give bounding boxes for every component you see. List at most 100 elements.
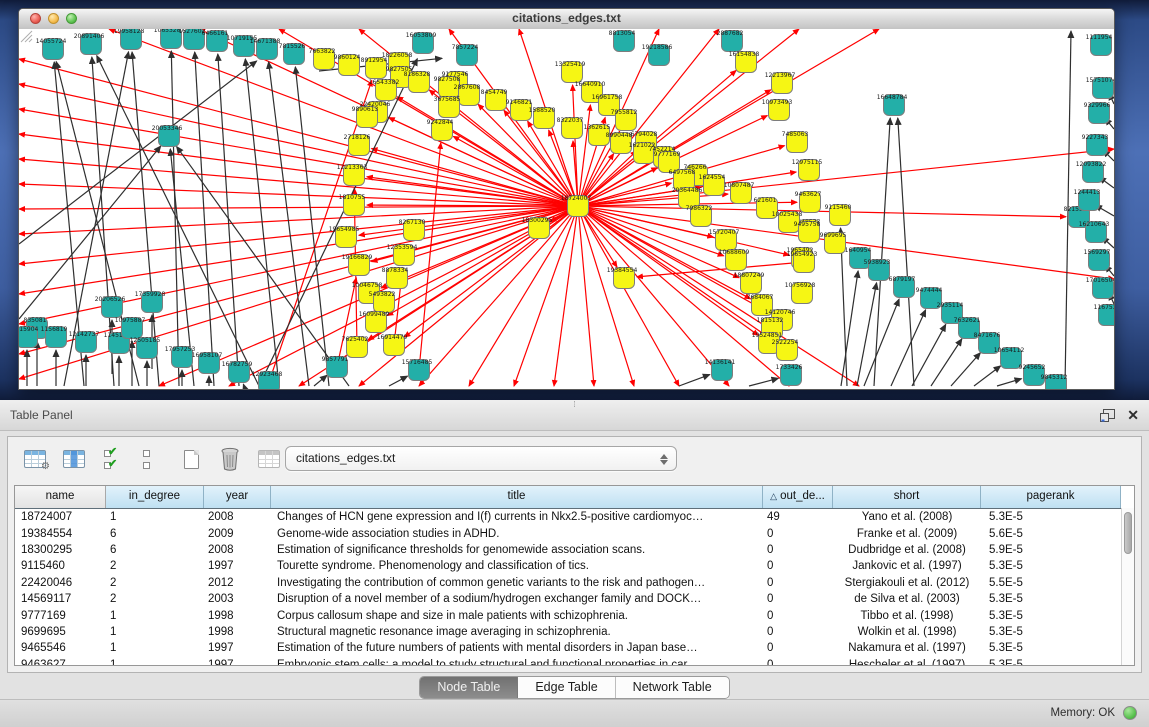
- network-node[interactable]: 9463627: [795, 191, 822, 213]
- select-all-icon[interactable]: ✔ ✔: [100, 445, 126, 473]
- network-node[interactable]: 12975115: [792, 159, 823, 181]
- minimize-window-button[interactable]: [48, 13, 59, 24]
- table-row[interactable]: 1872400712008Changes of HCN gene express…: [15, 509, 1121, 525]
- network-node[interactable]: 15751074: [1086, 77, 1114, 99]
- citation-edge[interactable]: [951, 353, 980, 386]
- table-row[interactable]: 969969511998Structural magnetic resonanc…: [15, 624, 1121, 640]
- network-node[interactable]: 7663822: [309, 48, 336, 70]
- citation-edge[interactable]: [419, 143, 441, 370]
- network-node[interactable]: 20891406: [74, 33, 105, 55]
- citation-edge[interactable]: [243, 384, 244, 386]
- network-node[interactable]: 1733426: [776, 364, 803, 386]
- network-node[interactable]: 9890613: [352, 106, 379, 128]
- citation-edge[interactable]: [19, 61, 257, 244]
- column-header-title[interactable]: title: [271, 486, 763, 508]
- citation-edge[interactable]: [19, 109, 578, 206]
- network-node[interactable]: 13325419: [555, 61, 586, 83]
- network-node[interactable]: 19166829: [342, 254, 373, 276]
- citation-network-graph[interactable]: 1405572420891406199581281065328715276026…: [19, 29, 1114, 389]
- network-node[interactable]: 7625402: [342, 336, 369, 358]
- citation-edge[interactable]: [554, 206, 578, 386]
- delete-icon[interactable]: [217, 445, 243, 473]
- network-node[interactable]: 12353594: [387, 244, 418, 266]
- column-header-name[interactable]: name: [15, 486, 106, 508]
- close-panel-icon[interactable]: ✕: [1127, 400, 1139, 430]
- network-node[interactable]: 14055724: [36, 38, 67, 60]
- network-node[interactable]: 9329966: [1084, 102, 1111, 124]
- network-node[interactable]: 10807487: [724, 182, 755, 204]
- network-node[interactable]: 16914479: [377, 334, 408, 356]
- close-window-button[interactable]: [30, 13, 41, 24]
- table-row[interactable]: 1456911722003Disruption of a novel membe…: [15, 591, 1121, 607]
- network-node[interactable]: 6466161: [202, 30, 229, 52]
- column-header-in_degree[interactable]: in_degree: [106, 486, 204, 508]
- network-node[interactable]: 16099489: [359, 311, 390, 333]
- network-node[interactable]: 1569297: [1084, 249, 1111, 271]
- citation-edge[interactable]: [997, 379, 1022, 386]
- table-settings-icon[interactable]: ⚙: [22, 445, 48, 473]
- network-node[interactable]: 16782759: [222, 361, 253, 383]
- network-node[interactable]: 7857224: [452, 44, 479, 66]
- citation-edge[interactable]: [912, 324, 946, 386]
- network-node[interactable]: 7986322: [686, 205, 713, 227]
- network-node[interactable]: 12213363: [337, 164, 368, 186]
- citation-edge[interactable]: [974, 366, 1001, 386]
- network-node[interactable]: 9115460: [825, 204, 852, 226]
- network-canvas[interactable]: 1405572420891406199581281065328715276026…: [19, 29, 1114, 389]
- network-node[interactable]: 9699695: [820, 232, 847, 254]
- table-row[interactable]: 946362711997Embryonic stem cells: a mode…: [15, 657, 1121, 665]
- unselect-all-icon[interactable]: [139, 445, 165, 473]
- network-node[interactable]: 12093822: [1076, 161, 1107, 183]
- network-node[interactable]: 6879197: [889, 276, 916, 298]
- network-node[interactable]: 7815526: [279, 43, 306, 65]
- show-columns-icon[interactable]: [61, 445, 87, 473]
- tab-node-table[interactable]: Node Table: [420, 677, 518, 698]
- network-node[interactable]: 1167534: [1094, 304, 1114, 326]
- network-node[interactable]: 1111954: [1086, 34, 1113, 56]
- network-node[interactable]: 12142737: [69, 331, 100, 353]
- network-node[interactable]: 8878334: [382, 267, 409, 289]
- table-row[interactable]: 1938455462009Genome-wide association stu…: [15, 525, 1121, 541]
- table-row[interactable]: 1830029562008Estimation of significance …: [15, 542, 1121, 558]
- network-node[interactable]: 8322037: [557, 117, 584, 139]
- table-row[interactable]: 946554611997Estimation of the future num…: [15, 640, 1121, 656]
- citation-edge[interactable]: [679, 375, 710, 386]
- citation-edge[interactable]: [195, 52, 214, 386]
- resize-grip-icon[interactable]: [19, 29, 33, 43]
- citation-edge[interactable]: [295, 67, 329, 386]
- network-node[interactable]: 16053809: [406, 32, 437, 54]
- network-node[interactable]: 1588520: [529, 107, 556, 129]
- citation-edge[interactable]: [314, 375, 327, 386]
- citation-edge[interactable]: [19, 206, 578, 209]
- network-node[interactable]: 18807249: [734, 272, 765, 294]
- table-row[interactable]: 977716911998Corpus callosum shape and si…: [15, 607, 1121, 623]
- network-node[interactable]: 5938923: [864, 259, 891, 281]
- scrollbar-thumb[interactable]: [1124, 512, 1132, 554]
- citation-edge[interactable]: [177, 147, 349, 386]
- network-node[interactable]: 10688609: [719, 249, 750, 271]
- citation-edge[interactable]: [874, 118, 890, 386]
- network-node[interactable]: 17016504: [1086, 277, 1114, 299]
- network-node[interactable]: 3915904: [19, 326, 39, 348]
- network-node[interactable]: 8454749: [481, 89, 508, 111]
- citation-edge[interactable]: [864, 299, 899, 386]
- network-node[interactable]: 16648784: [877, 94, 908, 116]
- network-node[interactable]: 16154838: [729, 51, 760, 73]
- network-node[interactable]: 20053346: [152, 125, 183, 147]
- network-node[interactable]: 16543382: [369, 79, 400, 101]
- network-node[interactable]: 9857791: [322, 356, 349, 378]
- tab-network-table[interactable]: Network Table: [616, 677, 729, 698]
- citation-edge[interactable]: [218, 54, 239, 386]
- table-row[interactable]: 911546021997Tourette syndrome. Phenomeno…: [15, 558, 1121, 574]
- float-panel-icon[interactable]: [1100, 409, 1115, 422]
- citation-edge[interactable]: [19, 206, 578, 379]
- network-node[interactable]: 14136141: [705, 359, 736, 381]
- table-row[interactable]: 2242004622012Investigating the contribut…: [15, 575, 1121, 591]
- citation-edge[interactable]: [269, 62, 309, 386]
- network-node[interactable]: 8813054: [609, 30, 636, 52]
- citation-edge[interactable]: [857, 283, 877, 386]
- network-node[interactable]: 10756928: [785, 282, 816, 304]
- network-node[interactable]: 19384554: [607, 267, 638, 289]
- tab-edge-table[interactable]: Edge Table: [518, 677, 615, 698]
- column-header-out_de[interactable]: △out_de...: [763, 486, 833, 508]
